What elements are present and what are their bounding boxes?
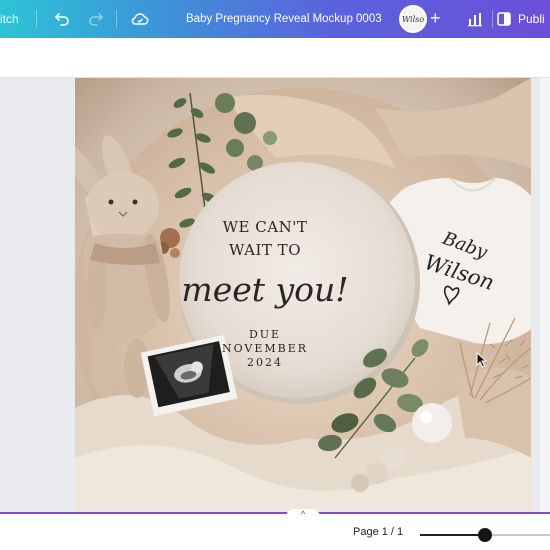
- publish-button[interactable]: Publi: [496, 0, 545, 38]
- sign-due-month: NOVEMBER: [221, 342, 309, 355]
- bar-chart-icon[interactable]: [465, 9, 485, 29]
- zoom-slider-fill: [420, 534, 485, 536]
- bottom-status-bar: [0, 514, 550, 550]
- toolbar-divider: [492, 10, 493, 28]
- redo-icon[interactable]: [86, 9, 106, 29]
- cloud-sync-icon[interactable]: [130, 9, 150, 29]
- sign-line-1: WE CAN'T: [222, 218, 308, 236]
- toolbar-divider: [116, 10, 117, 28]
- avatar[interactable]: Wilso: [399, 5, 427, 33]
- mouse-cursor-icon: [476, 352, 488, 368]
- chevron-up-icon[interactable]: ^: [286, 509, 320, 519]
- sign-due-label: DUE: [248, 328, 282, 341]
- undo-icon[interactable]: [52, 9, 72, 29]
- document-title[interactable]: Baby Pregnancy Reveal Mockup 0003: [186, 0, 382, 38]
- add-collaborator-button[interactable]: +: [430, 0, 441, 38]
- sign-line-2: WAIT TO: [228, 241, 301, 259]
- page-indicator[interactable]: Page 1 / 1: [353, 526, 403, 538]
- zoom-slider-handle[interactable]: [478, 528, 492, 542]
- editor-context-bar: [0, 38, 550, 78]
- top-toolbar: itch Baby Pregnancy Reveal Mockup 0003 W…: [0, 0, 550, 38]
- publish-label: Publi: [518, 12, 545, 26]
- sign-due-year: 2024: [247, 356, 283, 369]
- vertical-scrollbar[interactable]: [540, 78, 550, 512]
- design-page[interactable]: WE CAN'T WAIT TO meet you! DUE NOVEMBER …: [75, 78, 531, 512]
- publish-icon: [497, 12, 511, 26]
- switch-button[interactable]: itch: [0, 0, 19, 38]
- sign-script-text: meet you!: [181, 270, 349, 309]
- toolbar-divider: [36, 10, 37, 28]
